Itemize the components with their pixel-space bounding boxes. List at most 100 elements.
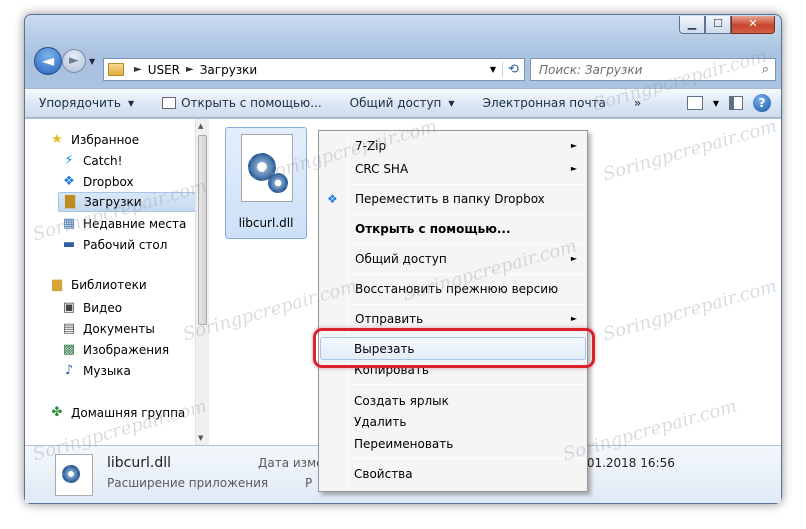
breadcrumb-separator[interactable]: ►	[186, 64, 194, 75]
menu-item-restore-version[interactable]: Восстановить прежнюю версию	[355, 282, 558, 296]
menu-item-7zip[interactable]: 7-Zip	[355, 139, 386, 153]
menu-separator	[349, 184, 585, 185]
caption-buttons: ▁ ☐ ✕	[679, 16, 775, 34]
address-bar[interactable]: ► USER ► Загрузки ▼ ⟲	[103, 58, 525, 81]
file-item-libcurl[interactable]: libcurl.dll	[225, 127, 307, 239]
sidebar-item-music[interactable]: ♪ Музыка	[61, 361, 131, 381]
submenu-arrow-icon: ►	[570, 314, 577, 323]
menu-separator	[349, 458, 586, 459]
sidebar-item-pictures[interactable]: ▩ Изображения	[61, 340, 169, 360]
sidebar-item-catch[interactable]: ⚡ Catch!	[61, 151, 122, 171]
menu-item-crc-sha[interactable]: CRC SHA	[355, 162, 408, 176]
menu-item-move-dropbox[interactable]: Переместить в папку Dropbox	[355, 192, 545, 206]
sidebar-item-label: Домашняя группа	[71, 406, 186, 420]
file-name: libcurl.dll	[238, 216, 294, 230]
details-date-value: .01.2018 16:56	[583, 456, 675, 470]
highlight-annotation	[313, 328, 595, 368]
breadcrumb-user[interactable]: USER	[148, 63, 180, 77]
desktop-icon: ▬	[62, 237, 76, 252]
email-label: Электронная почта	[482, 96, 606, 110]
scroll-down-icon[interactable]: ▼	[198, 434, 203, 442]
menu-item-share[interactable]: Общий доступ	[355, 252, 447, 266]
recent-places-icon: ▦	[62, 216, 76, 231]
command-bar: Упорядочить ▼ Открыть с помощью... Общий…	[25, 88, 781, 118]
view-options-icon[interactable]	[686, 96, 703, 110]
menu-separator	[349, 274, 585, 275]
view-dropdown-icon[interactable]: ▼	[713, 99, 719, 108]
pictures-icon: ▩	[62, 342, 76, 357]
share-label: Общий доступ	[349, 96, 442, 110]
star-icon: ★	[51, 132, 63, 147]
menu-item-send-to[interactable]: Отправить	[355, 312, 423, 326]
dll-file-icon	[55, 454, 93, 496]
sidebar-item-desktop[interactable]: ▬ Рабочий стол	[61, 235, 168, 255]
sidebar-item-label: Загрузки	[84, 195, 142, 209]
recent-pages-dropdown[interactable]: ▼	[89, 57, 95, 66]
sidebar-item-downloads[interactable]: ▇ Загрузки	[58, 192, 208, 212]
menu-item-rename[interactable]: Переименовать	[354, 437, 453, 451]
sidebar-item-label: Библиотеки	[71, 278, 147, 292]
maximize-button[interactable]: ☐	[705, 16, 731, 34]
back-button[interactable]: ◄	[34, 47, 62, 75]
email-button[interactable]: Электронная почта	[469, 89, 620, 117]
dropbox-icon: ❖	[63, 174, 75, 189]
forward-button[interactable]: ►	[62, 49, 86, 73]
sidebar-item-video[interactable]: ▣ Видео	[61, 298, 122, 318]
breadcrumb-separator[interactable]: ►	[134, 64, 142, 75]
chevron-down-icon: ▼	[448, 98, 455, 108]
sidebar-item-favorites[interactable]: ★ Избранное	[49, 130, 139, 150]
minimize-button[interactable]: ▁	[679, 16, 705, 34]
menu-gutter	[347, 133, 348, 489]
menu-separator	[349, 304, 585, 305]
search-box[interactable]: Поиск: Загрузки ⌕	[530, 58, 776, 81]
sidebar-item-label: Dropbox	[83, 175, 134, 189]
share-button[interactable]: Общий доступ ▼	[336, 89, 469, 117]
organize-button[interactable]: Упорядочить ▼	[25, 89, 148, 117]
sidebar-item-label: Видео	[83, 301, 123, 315]
sidebar-item-documents[interactable]: ▤ Документы	[61, 319, 155, 339]
navigation-pane: ★ Избранное ⚡ Catch! ❖ Dropbox ▇ Загрузк…	[25, 119, 209, 445]
sidebar-item-dropbox[interactable]: ❖ Dropbox	[61, 172, 134, 192]
homegroup-icon: ✤	[51, 405, 63, 420]
libraries-icon: ▆	[52, 277, 62, 292]
sidebar-item-label: Документы	[83, 322, 155, 336]
help-icon[interactable]: ?	[753, 94, 771, 112]
more-commands-button[interactable]: »	[620, 89, 655, 117]
preview-pane-icon[interactable]	[729, 96, 743, 110]
submenu-arrow-icon: ►	[570, 164, 577, 173]
search-icon[interactable]: ⌕	[762, 62, 769, 77]
lightning-icon: ⚡	[64, 153, 74, 168]
search-input[interactable]: Поиск: Загрузки	[539, 63, 642, 77]
documents-icon: ▤	[62, 321, 76, 336]
sidebar-item-label: Недавние места	[83, 217, 187, 231]
open-with-button[interactable]: Открыть с помощью...	[148, 89, 336, 117]
gear-icon	[268, 173, 288, 193]
details-file-name: libcurl.dll	[107, 455, 171, 471]
details-file-type: Расширение приложения	[107, 476, 269, 490]
video-icon: ▣	[62, 300, 76, 315]
application-icon	[162, 97, 177, 109]
sidebar-item-recent[interactable]: ▦ Недавние места	[61, 214, 187, 234]
chevron-down-icon: ▼	[127, 98, 135, 108]
breadcrumb-downloads[interactable]: Загрузки	[200, 63, 258, 77]
menu-separator	[349, 214, 585, 215]
navigation-scrollbar[interactable]: ▲ ▼	[195, 119, 209, 445]
dll-file-icon	[241, 134, 293, 202]
sidebar-item-label: Catch!	[83, 154, 123, 168]
menu-item-properties[interactable]: Свойства	[354, 467, 413, 481]
scroll-thumb[interactable]	[198, 135, 207, 325]
address-dropdown[interactable]: ▼	[484, 65, 502, 74]
submenu-arrow-icon: ►	[570, 254, 577, 263]
toolbar-right: ▼ ?	[686, 94, 781, 112]
scroll-up-icon[interactable]: ▲	[198, 122, 203, 130]
open-with-label: Открыть с помощью...	[181, 96, 322, 110]
menu-item-delete[interactable]: Удалить	[354, 415, 407, 429]
menu-item-create-shortcut[interactable]: Создать ярлык	[354, 394, 449, 408]
menu-item-open-with[interactable]: Открыть с помощью...	[355, 222, 511, 236]
sidebar-item-libraries[interactable]: ▆ Библиотеки	[49, 275, 147, 295]
refresh-icon[interactable]: ⟲	[502, 62, 524, 77]
close-button[interactable]: ✕	[731, 16, 775, 34]
sidebar-item-homegroup[interactable]: ✤ Домашняя группа	[49, 403, 186, 423]
music-icon: ♪	[64, 363, 74, 378]
sidebar-item-label: Музыка	[83, 364, 131, 378]
